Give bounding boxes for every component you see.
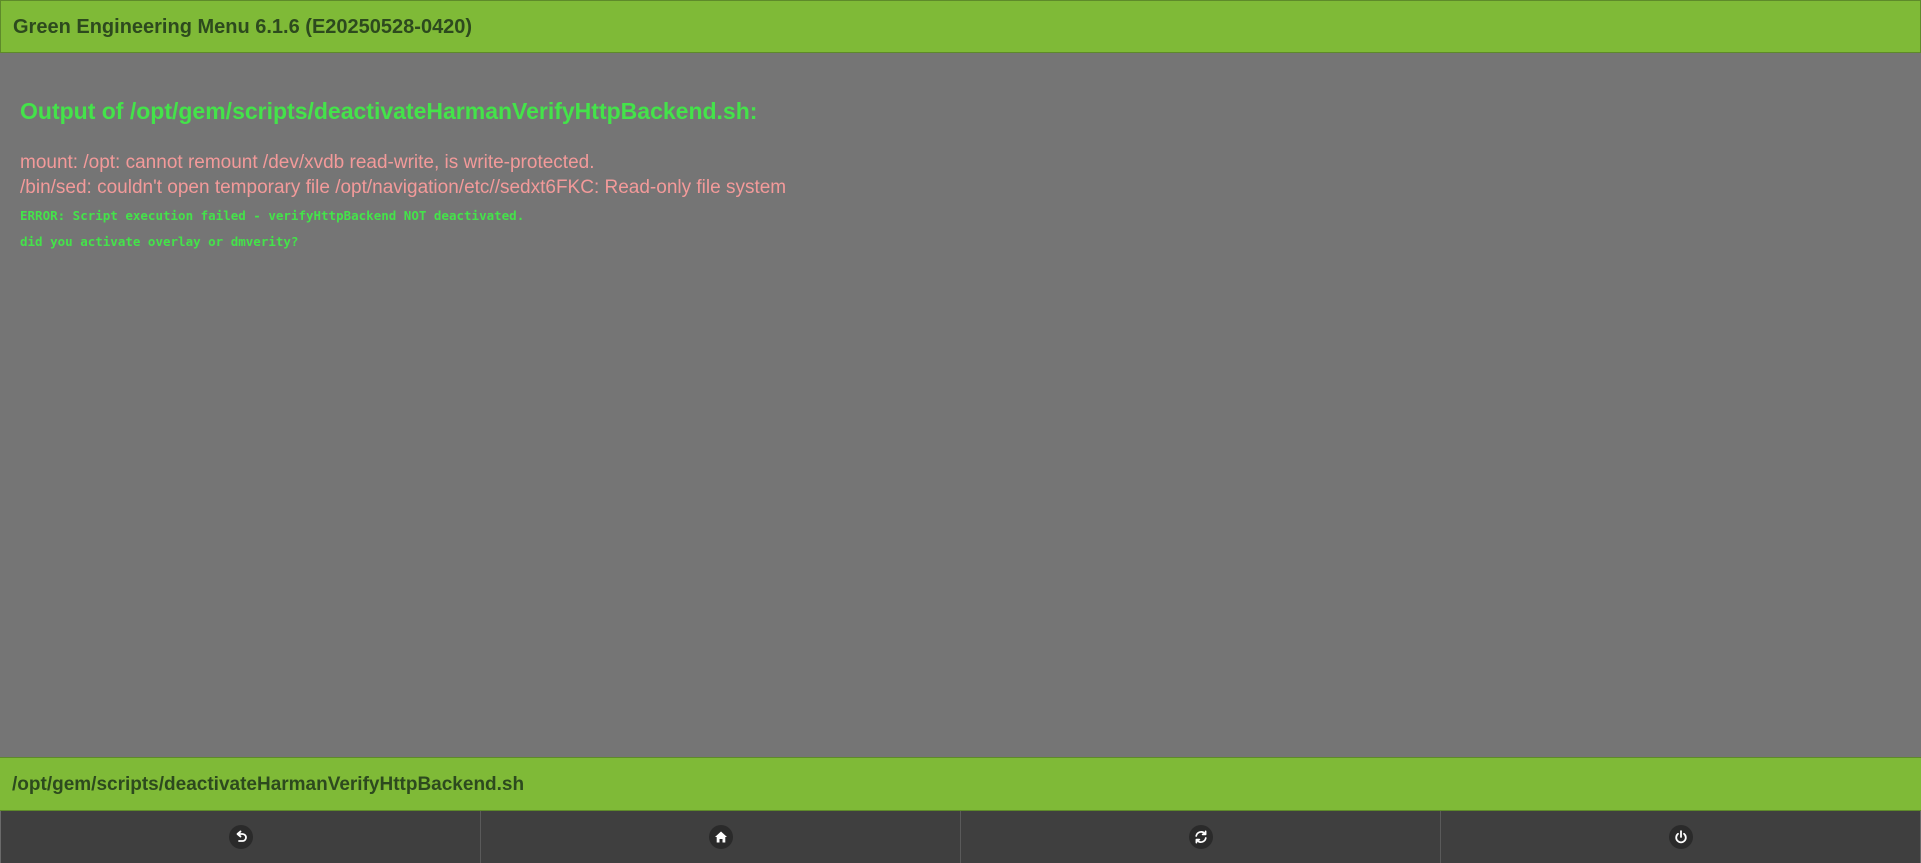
output-heading: Output of /opt/gem/scripts/deactivateHar… — [20, 98, 758, 124]
refresh-icon — [1188, 825, 1213, 849]
back-icon — [228, 825, 253, 849]
app-title: Green Engineering Menu 6.1.6 (E20250528-… — [13, 16, 473, 38]
home-button[interactable] — [480, 811, 960, 863]
status-line: ERROR: Script execution failed - verifyH… — [20, 208, 525, 223]
back-button[interactable] — [0, 811, 480, 863]
status-line: did you activate overlay or dmverity? — [20, 234, 299, 249]
refresh-button[interactable] — [960, 811, 1440, 863]
power-button[interactable] — [1440, 811, 1921, 863]
error-line: /bin/sed: couldn't open temporary file /… — [20, 177, 787, 198]
current-script-bar: /opt/gem/scripts/deactivateHarmanVerifyH… — [0, 757, 1921, 811]
home-icon — [708, 825, 733, 849]
title-bar: Green Engineering Menu 6.1.6 (E20250528-… — [0, 0, 1921, 53]
bottom-toolbar — [0, 811, 1921, 863]
output-panel: Output of /opt/gem/scripts/deactivateHar… — [0, 54, 1921, 757]
current-script-path: /opt/gem/scripts/deactivateHarmanVerifyH… — [12, 774, 525, 795]
power-icon — [1668, 825, 1693, 849]
error-line: mount: /opt: cannot remount /dev/xvdb re… — [20, 152, 595, 173]
